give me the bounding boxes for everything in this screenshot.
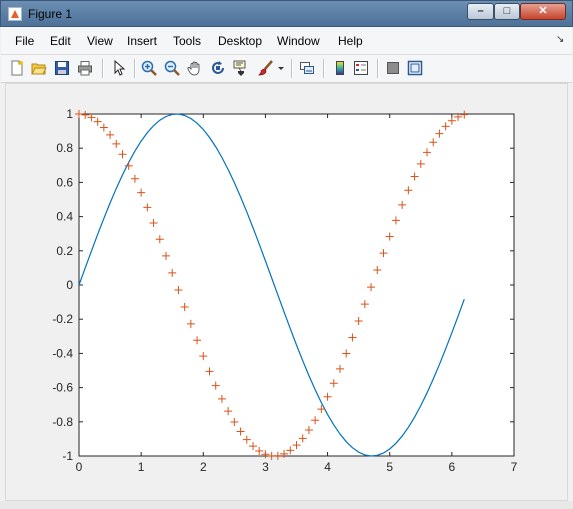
y-tick-label: 1 (66, 107, 73, 121)
x-tick-label: 4 (324, 460, 331, 474)
y-tick-label: 0.8 (56, 141, 73, 155)
x-tick-label: 0 (76, 460, 83, 474)
plot-axes[interactable]: 0 1 2 3 4 5 6 7 -1 -0.8 -0.6 -0.4 -0.2 0 0.2 0.4 0.6 0.8 1 (0, 0, 573, 509)
x-tick-label: 7 (511, 460, 518, 474)
x-tick-label: 6 (449, 460, 456, 474)
y-tick-label: -1 (62, 449, 73, 463)
x-tick-label: 1 (138, 460, 145, 474)
y-tick-label: -0.2 (52, 312, 73, 326)
y-tick-label: 0.6 (56, 175, 73, 189)
y-tick-label: -0.8 (52, 415, 73, 429)
y-tick-label: 0.4 (56, 210, 73, 224)
window-bottom-border (0, 501, 573, 509)
x-tick-label: 2 (200, 460, 207, 474)
y-tick-label: 0.2 (56, 244, 73, 258)
y-tick-label: 0 (66, 278, 73, 292)
x-tick-label: 5 (386, 460, 393, 474)
y-tick-label: -0.6 (52, 381, 73, 395)
axes-box (78, 113, 515, 457)
y-tick-label: -0.4 (52, 346, 73, 360)
x-tick-label: 3 (262, 460, 269, 474)
